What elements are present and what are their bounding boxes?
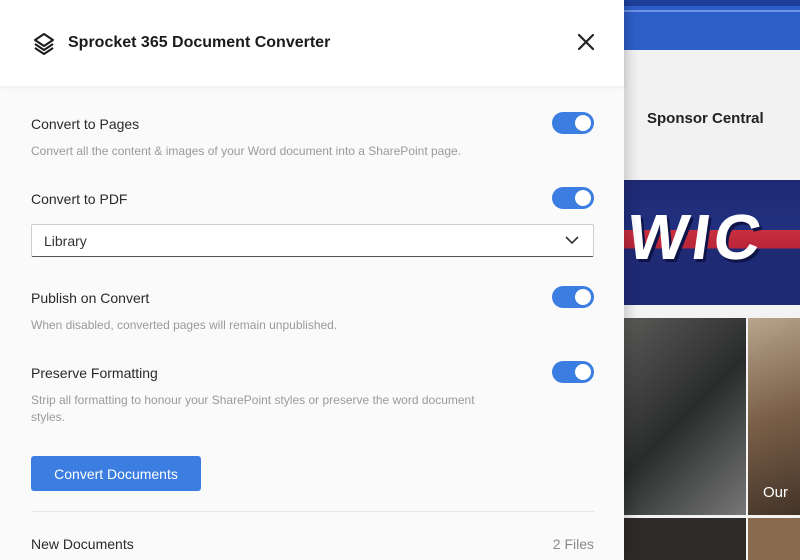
publish-on-convert-description: When disabled, converted pages will rema… [31, 318, 338, 332]
toggle-knob [575, 364, 591, 380]
convert-to-pages-description: Convert all the content & images of your… [31, 144, 462, 158]
toggle-knob [575, 190, 591, 206]
sponsor-central-link[interactable]: Sponsor Central [647, 110, 764, 127]
section-divider [31, 511, 594, 512]
new-documents-heading: New Documents [31, 536, 134, 552]
background-top-bar [624, 0, 800, 50]
preserve-formatting-toggle[interactable] [552, 361, 594, 383]
close-icon[interactable] [575, 31, 597, 53]
pdf-library-select[interactable]: Library [31, 224, 594, 257]
sprocket-logo-icon [34, 33, 54, 55]
tile-caption: Our [763, 484, 789, 501]
pdf-library-select-value: Library [44, 233, 87, 249]
convert-to-pages-label: Convert to Pages [31, 116, 140, 132]
preserve-formatting-label: Preserve Formatting [31, 365, 158, 381]
new-documents-count: 2 Files [552, 536, 594, 552]
background-image-tile [624, 518, 746, 560]
convert-to-pdf-label: Convert to PDF [31, 191, 128, 207]
preserve-formatting-description: Strip all formatting to honour your Shar… [31, 393, 475, 424]
hero-banner-text: WIC [624, 201, 770, 273]
toggle-knob [575, 115, 591, 131]
background-image-tile [748, 518, 800, 560]
panel-header: Sprocket 365 Document Converter [0, 0, 624, 86]
toggle-knob [575, 289, 591, 305]
convert-to-pages-toggle[interactable] [552, 112, 594, 134]
background-page: Sponsor Central WIC Our [624, 0, 800, 560]
background-image-tile [624, 318, 746, 515]
chevron-down-icon [565, 236, 579, 245]
publish-on-convert-label: Publish on Convert [31, 290, 150, 306]
convert-to-pdf-toggle[interactable] [552, 187, 594, 209]
publish-on-convert-toggle[interactable] [552, 286, 594, 308]
convert-documents-button[interactable]: Convert Documents [31, 456, 201, 491]
converter-panel: Sprocket 365 Document Converter Convert … [0, 0, 624, 560]
panel-title: Sprocket 365 Document Converter [68, 34, 331, 51]
